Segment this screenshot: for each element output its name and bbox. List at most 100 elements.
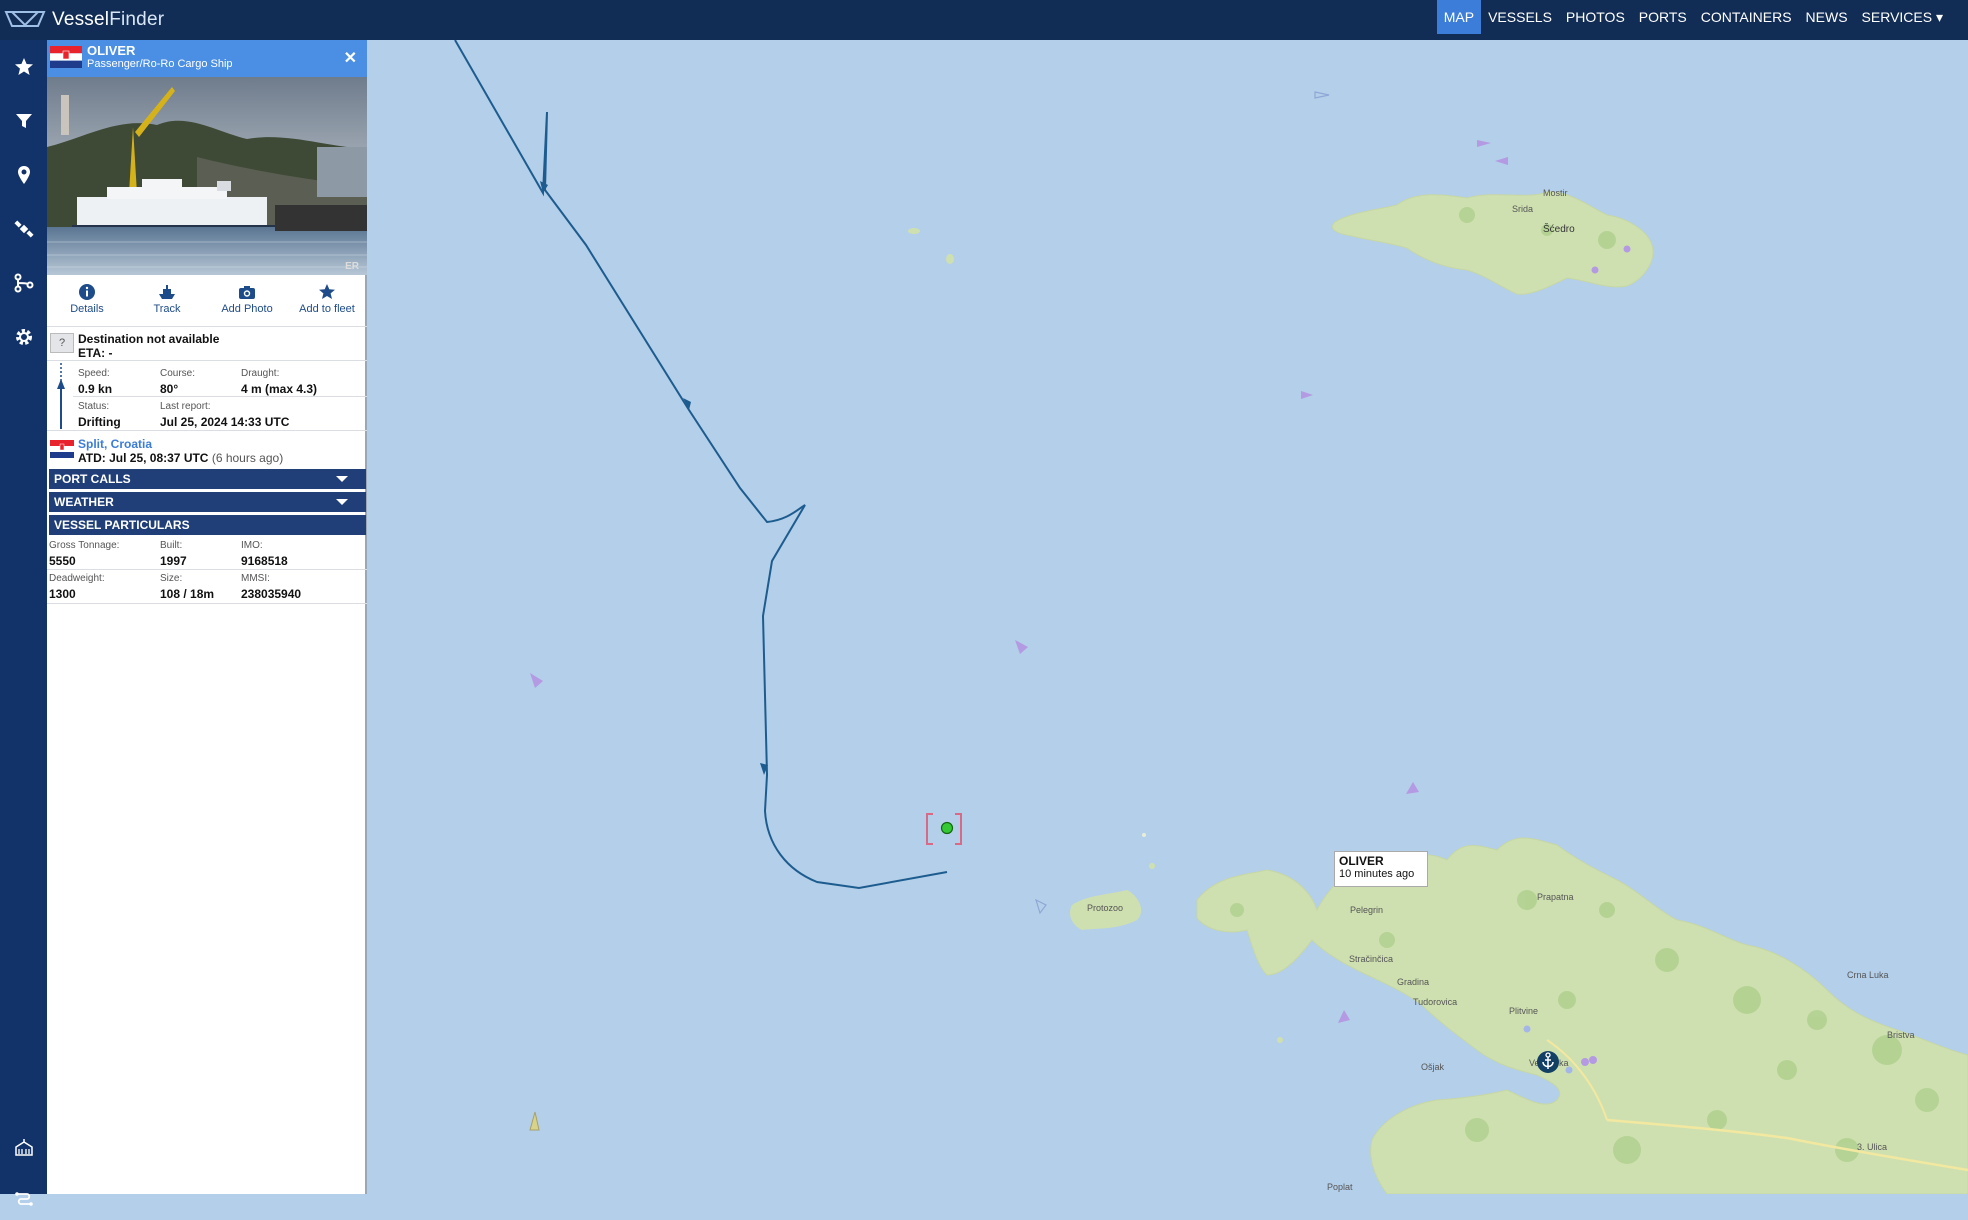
eta-text: ETA: - xyxy=(78,346,113,360)
anchor-icon[interactable] xyxy=(1537,1051,1559,1073)
divider xyxy=(47,569,367,570)
map-label-age: 10 minutes ago xyxy=(1339,868,1415,880)
status-value: Drifting xyxy=(78,415,121,429)
nav-news[interactable]: NEWS xyxy=(1799,0,1855,34)
deadweight-value: 1300 xyxy=(49,587,76,601)
islet xyxy=(908,228,920,234)
divider xyxy=(47,326,367,327)
place-protozoo: Protozoo xyxy=(1087,903,1123,913)
place-stracinica: Stračinčica xyxy=(1349,954,1393,964)
filter-icon[interactable] xyxy=(0,101,47,141)
vessel-name: OLIVER xyxy=(87,43,136,58)
mmsi-label: MMSI: xyxy=(241,573,270,584)
place-osjak: Ošjak xyxy=(1421,1062,1445,1072)
nav-ports[interactable]: PORTS xyxy=(1632,0,1694,34)
last-report-value: Jul 25, 2024 14:33 UTC xyxy=(160,415,290,429)
imo-value: 9168518 xyxy=(241,554,288,568)
vessel-map-label[interactable]: OLIVER 10 minutes ago xyxy=(1334,851,1428,887)
place-gradina: Gradina xyxy=(1397,977,1429,987)
imo-label: IMO: xyxy=(241,540,263,551)
map-canvas[interactable]: Mostir Srida Šćedro Protozoo Pelegrin Pr… xyxy=(367,40,1968,1194)
port-calls-section[interactable]: PORT CALLS xyxy=(49,469,366,489)
vessel-info-panel: OLIVER Passenger/Ro-Ro Cargo Ship ✕ ER D… xyxy=(47,40,367,1194)
vessel-photo-image xyxy=(47,77,367,275)
add-photo-button[interactable]: Add Photo xyxy=(207,283,287,325)
gear-icon[interactable] xyxy=(0,317,47,357)
port-calls-title: PORT CALLS xyxy=(54,472,131,486)
details-button[interactable]: Details xyxy=(47,283,127,325)
photo-credit: ER xyxy=(345,261,359,272)
container-icon[interactable] xyxy=(0,1128,47,1168)
gross-tonnage-value: 5550 xyxy=(49,554,76,568)
vesselfinder-logo[interactable]: VesselFinder xyxy=(4,6,164,34)
vessel-dot-icon xyxy=(1523,1025,1531,1033)
top-navigation-bar: VesselFinder MAP VESSELS PHOTOS PORTS CO… xyxy=(0,0,1968,40)
main-nav: MAP VESSELS PHOTOS PORTS CONTAINERS NEWS… xyxy=(1436,0,1950,40)
place-prapatna: Prapatna xyxy=(1537,892,1574,902)
destination-unknown-badge: ? xyxy=(50,333,74,353)
status-label: Status: xyxy=(78,401,110,412)
heading-arrow-icon xyxy=(57,363,65,429)
draught-value: 4 m (max 4.3) xyxy=(241,382,318,396)
vessel-panel-header: OLIVER Passenger/Ro-Ro Cargo Ship ✕ xyxy=(47,40,367,77)
logo-text: VesselFinder xyxy=(52,9,165,30)
map-label-name: OLIVER xyxy=(1339,854,1384,868)
details-label: Details xyxy=(70,303,104,315)
built-value: 1997 xyxy=(160,554,187,568)
atd-text: ATD: Jul 25, 08:37 UTC (6 hours ago) xyxy=(78,451,283,465)
nav-services[interactable]: SERVICES ▾ xyxy=(1855,0,1950,34)
close-panel-button[interactable]: ✕ xyxy=(344,48,357,68)
gross-tonnage-label: Gross Tonnage: xyxy=(49,540,120,551)
vessel-dot-icon xyxy=(1623,245,1631,253)
track-button[interactable]: Track xyxy=(127,283,207,325)
divider xyxy=(47,360,367,361)
nav-photos[interactable]: PHOTOS xyxy=(1559,0,1632,34)
croatia-flag-icon xyxy=(50,440,74,458)
add-to-fleet-button[interactable]: Add to fleet xyxy=(287,283,367,325)
speed-label: Speed: xyxy=(78,368,110,379)
atd-value: ATD: Jul 25, 08:37 UTC xyxy=(78,451,209,465)
star-icon xyxy=(319,284,335,299)
logo-ship-icon xyxy=(4,11,46,27)
islet xyxy=(946,254,954,264)
place-poplat: Poplat xyxy=(1327,1182,1353,1192)
vessel-particulars-section[interactable]: VESSEL PARTICULARS xyxy=(49,515,366,535)
camera-icon xyxy=(239,286,255,299)
divider xyxy=(73,396,367,397)
weather-section[interactable]: WEATHER xyxy=(49,492,366,512)
star-icon[interactable] xyxy=(0,47,47,87)
vessel-type: Passenger/Ro-Ro Cargo Ship xyxy=(87,58,233,70)
weather-title: WEATHER xyxy=(54,495,114,509)
place-srida: Srida xyxy=(1512,204,1533,214)
draught-label: Draught: xyxy=(241,368,280,379)
croatia-flag-icon xyxy=(50,46,82,68)
place-ulica: 3. Ulica xyxy=(1857,1142,1887,1152)
vessel-dot-icon xyxy=(1581,1058,1589,1066)
destination-text: Destination not available xyxy=(78,332,220,346)
place-plitvine: Plitvine xyxy=(1509,1006,1538,1016)
deadweight-label: Deadweight: xyxy=(49,573,105,584)
place-scedro: Šćedro xyxy=(1543,222,1575,235)
divider xyxy=(47,430,367,431)
vessel-actions: Details Track Add Photo Add to fleet xyxy=(47,283,367,325)
nav-containers[interactable]: CONTAINERS xyxy=(1694,0,1799,34)
nav-vessels[interactable]: VESSELS xyxy=(1481,0,1559,34)
vessel-dot-icon xyxy=(1565,1066,1573,1074)
divider xyxy=(47,603,367,604)
vessel-photo[interactable]: ER xyxy=(47,77,367,275)
map-pin-icon[interactable] xyxy=(0,155,47,195)
islet xyxy=(1149,863,1155,869)
track-label: Track xyxy=(153,303,181,315)
islet xyxy=(1277,1037,1283,1043)
map-layer: Mostir Srida Šćedro Protozoo Pelegrin Pr… xyxy=(367,40,1968,1194)
departure-port-link[interactable]: Split, Croatia xyxy=(78,437,152,451)
place-bristva: Bristva xyxy=(1887,1030,1915,1040)
size-value: 108 / 18m xyxy=(160,587,215,601)
route-icon[interactable] xyxy=(0,263,47,303)
size-label: Size: xyxy=(160,573,183,584)
last-report-label: Last report: xyxy=(160,401,211,412)
nav-map[interactable]: MAP xyxy=(1436,0,1482,34)
chevron-down-icon xyxy=(336,499,348,505)
route-planner-icon[interactable] xyxy=(0,1180,47,1220)
satellite-icon[interactable] xyxy=(0,209,47,249)
